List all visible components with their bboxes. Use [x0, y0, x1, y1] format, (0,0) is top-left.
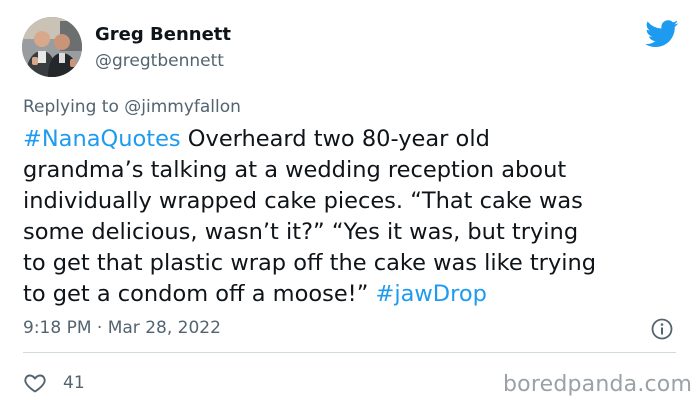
hashtag-link[interactable]: #NanaQuotes — [23, 126, 181, 152]
tweet-line-text: Overheard two 80-year old — [180, 126, 490, 152]
info-icon[interactable] — [651, 318, 673, 340]
tweet-date[interactable]: Mar 28, 2022 — [108, 318, 221, 338]
tweet-line: to get a condom off a moose!” #jawDrop — [23, 279, 688, 310]
tweet-line: some delicious, wasn’t it?” “Yes it was,… — [23, 219, 579, 245]
hashtag-link[interactable]: #jawDrop — [376, 281, 487, 307]
reply-mention[interactable]: @jimmyfallon — [124, 97, 241, 117]
tweet-text: #NanaQuotes Overheard two 80-year old gr… — [23, 124, 688, 310]
twitter-bird-icon[interactable] — [645, 20, 679, 48]
watermark: boredpanda.com — [503, 372, 693, 397]
tweet-time[interactable]: 9:18 PM — [23, 318, 92, 338]
avatar[interactable] — [22, 17, 82, 77]
tweet-card: Greg Bennett @gregtbennett Replying to @… — [0, 0, 700, 410]
tweet-line: to get that plastic wrap off the cake wa… — [23, 250, 597, 276]
heart-icon[interactable] — [23, 371, 47, 395]
reply-prefix: Replying to — [23, 97, 119, 117]
tweet-line-text: to get a condom off a moose!” — [23, 281, 376, 307]
user-handle[interactable]: @gregtbennett — [95, 50, 224, 72]
tweet-timestamp[interactable]: 9:18 PM · Mar 28, 2022 — [23, 317, 221, 339]
display-name[interactable]: Greg Bennett — [95, 24, 231, 46]
like-count: 41 — [63, 373, 85, 393]
profile-photo — [22, 17, 82, 77]
tweet-line: #NanaQuotes Overheard two 80-year old — [23, 124, 688, 155]
tweet-line: individually wrapped cake pieces. “That … — [23, 188, 583, 214]
reply-context: Replying to @jimmyfallon — [23, 96, 241, 118]
divider — [23, 352, 676, 353]
timestamp-separator: · — [91, 318, 108, 338]
tweet-line: grandma’s talking at a wedding reception… — [23, 157, 567, 183]
